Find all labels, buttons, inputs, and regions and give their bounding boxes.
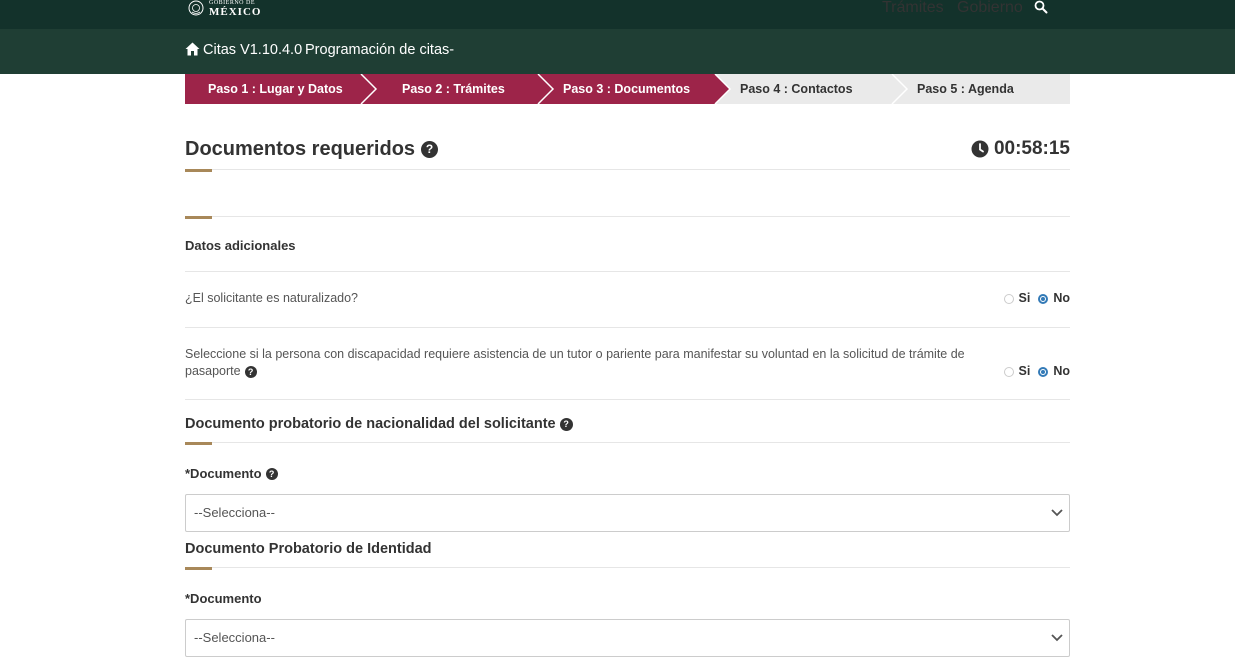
identidad-document-label: *Documento xyxy=(185,591,262,606)
step-2[interactable]: Paso 2 : Trámites xyxy=(402,82,505,96)
nacionalidad-document-select[interactable]: --Selecciona-- xyxy=(185,494,1070,532)
help-icon[interactable]: ? xyxy=(244,366,257,378)
nacionalidad-heading: Documento probatorio de nacionalidad del… xyxy=(185,416,573,432)
app-header: Citas V1.10.4.0 Programación de citas- xyxy=(0,29,1235,74)
section-accent xyxy=(185,216,212,219)
naturalizado-no-label[interactable]: No xyxy=(1053,291,1070,305)
step-1[interactable]: Paso 1 : Lugar y Datos xyxy=(208,82,343,96)
row-divider xyxy=(185,271,1070,272)
help-icon[interactable]: ? xyxy=(559,417,573,431)
naturalizado-si-label[interactable]: Si xyxy=(1019,291,1031,305)
identidad-accent xyxy=(185,567,212,570)
naturalizado-no-radio[interactable] xyxy=(1038,294,1049,304)
app-title[interactable]: Citas V1.10.4.0 xyxy=(203,42,302,58)
search-icon[interactable] xyxy=(1034,0,1048,14)
identidad-document-select[interactable]: --Selecciona-- xyxy=(185,619,1070,657)
tutor-si-label[interactable]: Si xyxy=(1019,364,1031,378)
chevron-down-icon xyxy=(1051,634,1063,642)
page-title: Documentos requeridos ? xyxy=(185,138,439,161)
naturalizado-si-radio[interactable] xyxy=(1003,294,1014,304)
step-3[interactable]: Paso 3 : Documentos xyxy=(563,82,690,96)
step-5[interactable]: Paso 5 : Agenda xyxy=(917,82,1014,96)
nacionalidad-heading-text: Documento probatorio de nacionalidad del… xyxy=(185,416,556,432)
nav-link-gobierno[interactable]: Gobierno xyxy=(957,0,1235,16)
nacionalidad-document-label-text: *Documento xyxy=(185,466,262,481)
help-icon[interactable]: ? xyxy=(265,467,278,480)
tutor-question: Seleccione si la persona con discapacida… xyxy=(185,346,1035,380)
page-title-text: Documentos requeridos xyxy=(185,138,416,160)
progress-stepper: Paso 1 : Lugar y Datos Paso 2 : Trámites… xyxy=(185,74,1070,104)
nacionalidad-divider xyxy=(212,442,1070,443)
tutor-no-label[interactable]: No xyxy=(1053,364,1070,378)
tutor-question-line2: pasaporte xyxy=(185,364,241,378)
timer-value: 00:58:15 xyxy=(993,138,1070,159)
title-divider xyxy=(212,169,1070,170)
title-accent xyxy=(185,169,212,172)
logo-main-text: MÉXICO xyxy=(209,6,262,18)
app-subtitle: Programación de citas- xyxy=(305,42,455,58)
nacionalidad-accent xyxy=(185,442,212,445)
section-divider xyxy=(212,216,1070,217)
eagle-emblem-icon xyxy=(188,0,204,16)
identidad-heading: Documento Probatorio de Identidad xyxy=(185,541,432,557)
session-timer: 00:58:15 xyxy=(971,138,1070,160)
naturalizado-question: ¿El solicitante es naturalizado? xyxy=(185,291,359,305)
top-navbar: GOBIERNO DE MÉXICO Trámites Gobierno xyxy=(0,0,1235,29)
tutor-question-line1: Seleccione si la persona con discapacida… xyxy=(185,347,965,361)
naturalizado-radio-group: Si No xyxy=(1003,291,1070,305)
row-divider xyxy=(185,327,1070,328)
tutor-si-radio[interactable] xyxy=(1003,367,1014,377)
clock-icon xyxy=(971,140,989,158)
nacionalidad-select-value: --Selecciona-- xyxy=(194,505,275,520)
identidad-divider xyxy=(212,567,1070,568)
step-4[interactable]: Paso 4 : Contactos xyxy=(740,82,853,96)
home-icon[interactable] xyxy=(185,42,200,56)
gobierno-logo[interactable]: GOBIERNO DE MÉXICO xyxy=(186,0,261,18)
row-divider xyxy=(185,399,1070,400)
tutor-radio-group: Si No xyxy=(1003,364,1070,378)
chevron-down-icon xyxy=(1051,509,1063,517)
identidad-select-value: --Selecciona-- xyxy=(194,630,275,645)
nacionalidad-document-label: *Documento ? xyxy=(185,466,278,481)
help-icon[interactable]: ? xyxy=(421,141,439,158)
tutor-no-radio[interactable] xyxy=(1038,367,1049,377)
datos-adicionales-heading: Datos adicionales xyxy=(185,238,296,253)
